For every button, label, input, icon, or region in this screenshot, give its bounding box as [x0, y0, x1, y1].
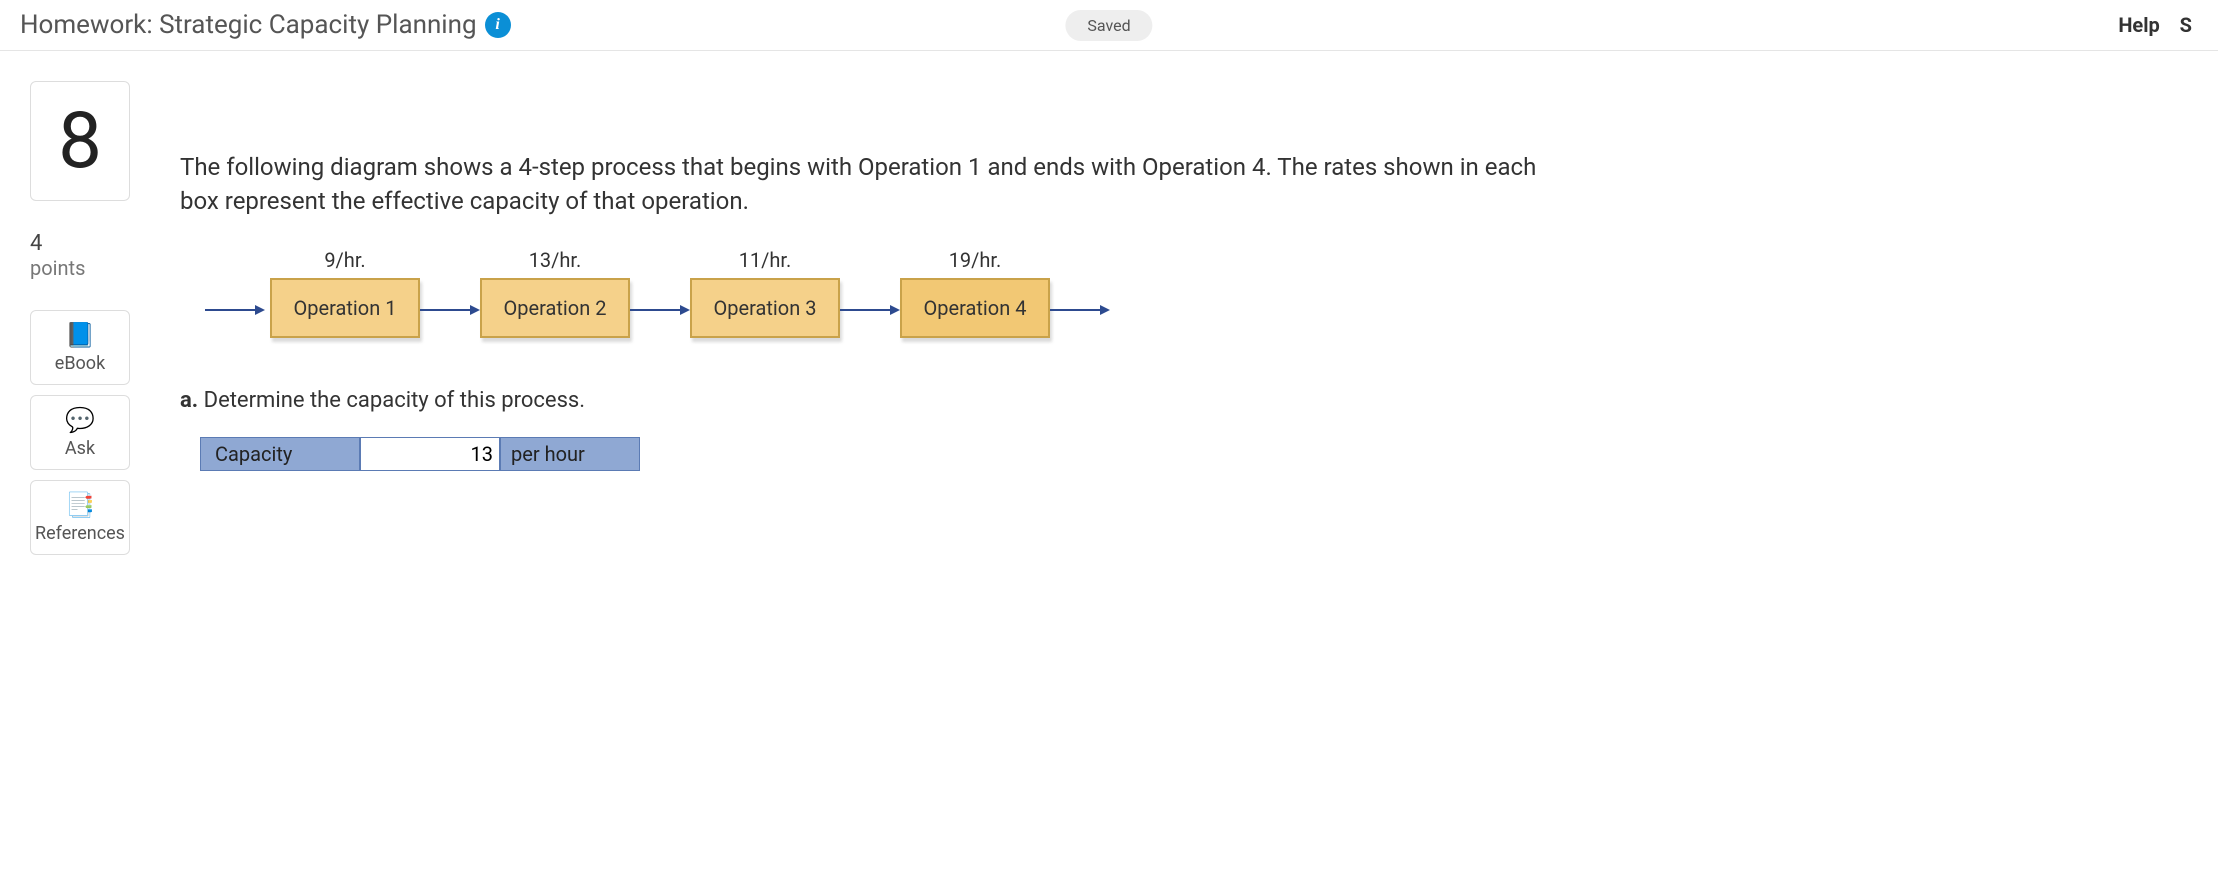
part-a-prompt: a. Determine the capacity of this proces…	[180, 388, 2178, 413]
main-area: 8 4 points 📘 eBook 💬 Ask 📑 References Th…	[0, 51, 2218, 565]
tool-references-label: References	[35, 523, 125, 544]
tool-ebook-label: eBook	[55, 353, 105, 374]
problem-statement: The following diagram shows a 4-step pro…	[180, 151, 1580, 218]
question-content: The following diagram shows a 4-step pro…	[180, 81, 2218, 565]
header-right-group: Help S	[2118, 13, 2198, 37]
capacity-label-cell: Capacity	[200, 437, 360, 471]
operation-3-rate: 11/hr.	[690, 248, 840, 272]
operation-1-box: Operation 1	[270, 278, 420, 338]
chat-icon: 💬	[35, 406, 125, 434]
operation-2: 13/hr. Operation 2	[480, 248, 630, 338]
saved-status-pill: Saved	[1065, 10, 1152, 41]
book-icon: 📘	[35, 321, 125, 349]
operation-1-rate: 9/hr.	[270, 248, 420, 272]
tool-ask-label: Ask	[65, 438, 95, 459]
points-value: 4	[30, 231, 150, 256]
arrow-icon	[840, 282, 900, 338]
points-label: points	[30, 256, 150, 280]
part-a-prefix: a.	[180, 388, 198, 413]
tool-ask[interactable]: 💬 Ask	[30, 395, 130, 470]
homework-title: Homework: Strategic Capacity Planning	[20, 10, 477, 40]
operation-3: 11/hr. Operation 3	[690, 248, 840, 338]
tool-references[interactable]: 📑 References	[30, 480, 130, 555]
capacity-unit-cell: per hour	[500, 437, 640, 471]
pages-icon: 📑	[35, 491, 125, 519]
help-link[interactable]: Help	[2118, 13, 2159, 37]
header-bar: Homework: Strategic Capacity Planning i …	[0, 0, 2218, 51]
process-flow-diagram: 9/hr. Operation 1 13/hr. Operation 2 11/…	[200, 248, 2178, 338]
operation-3-box: Operation 3	[690, 278, 840, 338]
capacity-input-cell	[360, 437, 500, 471]
operation-2-box: Operation 2	[480, 278, 630, 338]
tool-ebook[interactable]: 📘 eBook	[30, 310, 130, 385]
capacity-input[interactable]	[361, 438, 499, 470]
arrow-icon	[420, 282, 480, 338]
operation-4-box: Operation 4	[900, 278, 1050, 338]
question-number-card: 8	[30, 81, 130, 201]
operation-4-rate: 19/hr.	[900, 248, 1050, 272]
arrow-icon	[200, 282, 270, 338]
arrow-icon	[1050, 282, 1110, 338]
capacity-answer-row: Capacity per hour	[200, 437, 2178, 471]
operation-1: 9/hr. Operation 1	[270, 248, 420, 338]
question-sidebar: 8 4 points 📘 eBook 💬 Ask 📑 References	[30, 81, 150, 565]
part-a-text: Determine the capacity of this process.	[204, 388, 585, 413]
operation-2-rate: 13/hr.	[480, 248, 630, 272]
info-icon[interactable]: i	[485, 12, 511, 38]
operation-4: 19/hr. Operation 4	[900, 248, 1050, 338]
truncated-control[interactable]: S	[2180, 13, 2192, 37]
arrow-icon	[630, 282, 690, 338]
